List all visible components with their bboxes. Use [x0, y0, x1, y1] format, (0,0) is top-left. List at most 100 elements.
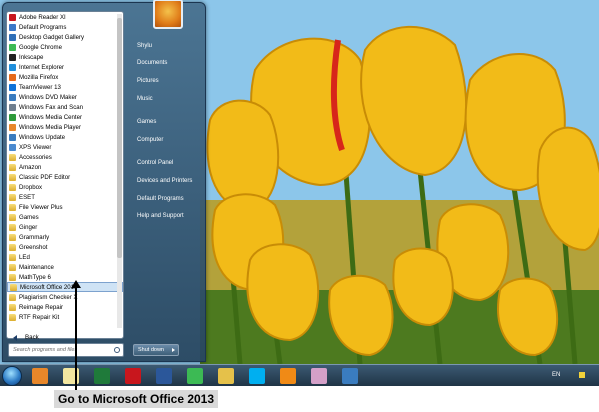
excel-taskbar-icon[interactable]	[94, 368, 110, 384]
gadget-gallery-icon	[9, 33, 16, 41]
program-item[interactable]: Mozilla Firefox	[7, 72, 123, 82]
program-list: Adobe Reader XI Default Programs Desktop G…	[7, 12, 123, 322]
start-button[interactable]	[2, 366, 22, 386]
start-menu-link[interactable]: Games	[131, 113, 205, 131]
word-taskbar-icon[interactable]	[156, 368, 172, 384]
scrollbar-thumb[interactable]	[117, 18, 122, 258]
back-label: Back	[25, 334, 39, 341]
xps-viewer-icon	[9, 143, 16, 151]
program-item[interactable]: File Viewer Plus	[7, 202, 123, 212]
program-item[interactable]: Dropbox	[7, 182, 123, 192]
back-button[interactable]: Back	[13, 334, 39, 341]
start-menu-link[interactable]: Shylu	[131, 37, 205, 55]
start-menu-link[interactable]: Pictures	[131, 72, 205, 90]
folder-icon	[9, 293, 16, 301]
program-item-label: ESET	[19, 193, 35, 201]
folder-icon	[9, 213, 16, 221]
shutdown-button[interactable]: Shut down	[133, 344, 179, 356]
program-item-label: Microsoft Office 2013	[20, 283, 78, 291]
program-item-label: TeamViewer 13	[19, 83, 61, 91]
media-player-taskbar-icon[interactable]	[32, 368, 48, 384]
folder-icon	[9, 253, 16, 261]
skype-taskbar-icon[interactable]	[249, 368, 265, 384]
program-item[interactable]: Games	[7, 212, 123, 222]
program-item[interactable]: Default Programs	[7, 22, 123, 32]
program-item[interactable]: ESET	[7, 192, 123, 202]
user-avatar[interactable]	[153, 0, 183, 29]
media-center-icon	[9, 113, 16, 121]
program-item[interactable]: Windows Fax and Scan	[7, 102, 123, 112]
program-item-label: Reimage Repair	[19, 303, 64, 311]
media-player-icon	[9, 123, 16, 131]
program-list-scrollbar[interactable]	[117, 14, 122, 328]
program-item[interactable]: LEd	[7, 252, 123, 262]
start-menu-right-pane: Shylu Documents Pictures Music Games Computer…	[131, 37, 205, 225]
search-placeholder: Search programs and files	[13, 347, 78, 353]
start-menu-link[interactable]: Documents	[131, 55, 205, 73]
folder-icon	[9, 243, 16, 251]
program-item-label: Internet Explorer	[19, 63, 65, 71]
program-item[interactable]: Inkscape	[7, 52, 123, 62]
program-item[interactable]: Windows Update	[7, 132, 123, 142]
network-taskbar-icon[interactable]	[342, 368, 358, 384]
program-item[interactable]: Ginger	[7, 222, 123, 232]
program-item-label: Desktop Gadget Gallery	[19, 33, 85, 41]
program-item[interactable]: XPS Viewer	[7, 142, 123, 152]
back-arrow-icon	[13, 334, 17, 341]
action-center-flag-icon[interactable]	[579, 372, 585, 378]
paint-taskbar-icon[interactable]	[311, 368, 327, 384]
shutdown-options-arrow-icon[interactable]	[172, 348, 175, 352]
chrome-icon	[9, 43, 16, 51]
program-item[interactable]: TeamViewer 13	[7, 82, 123, 92]
start-menu: Adobe Reader XI Default Programs Desktop G…	[2, 0, 206, 362]
folder-icon	[9, 233, 16, 241]
program-item[interactable]: Desktop Gadget Gallery	[7, 32, 123, 42]
program-item-label: Games	[19, 213, 39, 221]
program-item[interactable]: Windows Media Center	[7, 112, 123, 122]
program-item[interactable]: Maintenance	[7, 262, 123, 272]
program-item-label: Windows Media Center	[19, 113, 82, 121]
folder-icon	[9, 173, 16, 181]
folder-icon	[9, 263, 16, 271]
start-menu-link[interactable]: Music	[131, 90, 205, 108]
program-item[interactable]: RTF Repair Kit	[7, 312, 123, 322]
red-app-taskbar-icon[interactable]	[125, 368, 141, 384]
program-item-label: Adobe Reader XI	[19, 13, 66, 21]
instruction-caption: Go to Microsoft Office 2013	[54, 390, 219, 408]
teamviewer-icon	[9, 83, 16, 91]
program-item[interactable]: Windows DVD Maker	[7, 92, 123, 102]
program-item[interactable]: MathType 6	[7, 272, 123, 282]
program-item[interactable]: Greenshot	[7, 242, 123, 252]
chrome-taskbar-icon[interactable]	[187, 368, 203, 384]
program-item[interactable]: Microsoft Office 2013	[7, 282, 123, 292]
search-icon[interactable]	[114, 347, 120, 353]
search-programs-input[interactable]: Search programs and files	[8, 343, 124, 357]
folder-icon	[9, 193, 16, 201]
program-item[interactable]: Plagiarism Checker X	[7, 292, 123, 302]
language-indicator[interactable]: EN	[552, 372, 560, 378]
windows-update-icon	[9, 133, 16, 141]
program-item[interactable]: Amazon	[7, 162, 123, 172]
program-item-label: Plagiarism Checker X	[19, 293, 78, 301]
folder-taskbar-icon[interactable]	[218, 368, 234, 384]
start-menu-link[interactable]: Control Panel	[131, 155, 205, 173]
start-menu-link[interactable]: Help and Support	[131, 207, 205, 225]
program-item-label: Dropbox	[19, 183, 43, 191]
vlc-taskbar-icon[interactable]	[280, 368, 296, 384]
default-programs-icon	[9, 23, 16, 31]
start-menu-link[interactable]: Default Programs	[131, 190, 205, 208]
program-item[interactable]: Google Chrome	[7, 42, 123, 52]
program-item[interactable]: Grammarly	[7, 232, 123, 242]
start-menu-link[interactable]: Devices and Printers	[131, 172, 205, 190]
program-item[interactable]: Windows Media Player	[7, 122, 123, 132]
program-item[interactable]: Internet Explorer	[7, 62, 123, 72]
program-item-label: XPS Viewer	[19, 143, 52, 151]
taskbar: EN	[0, 364, 599, 386]
program-item-label: Google Chrome	[19, 43, 63, 51]
start-menu-link[interactable]: Computer	[131, 131, 205, 149]
program-item[interactable]: Accessories	[7, 152, 123, 162]
program-item[interactable]: Reimage Repair	[7, 302, 123, 312]
program-item[interactable]: Adobe Reader XI	[7, 12, 123, 22]
program-item[interactable]: Classic PDF Editor	[7, 172, 123, 182]
program-item-label: Maintenance	[19, 263, 54, 271]
